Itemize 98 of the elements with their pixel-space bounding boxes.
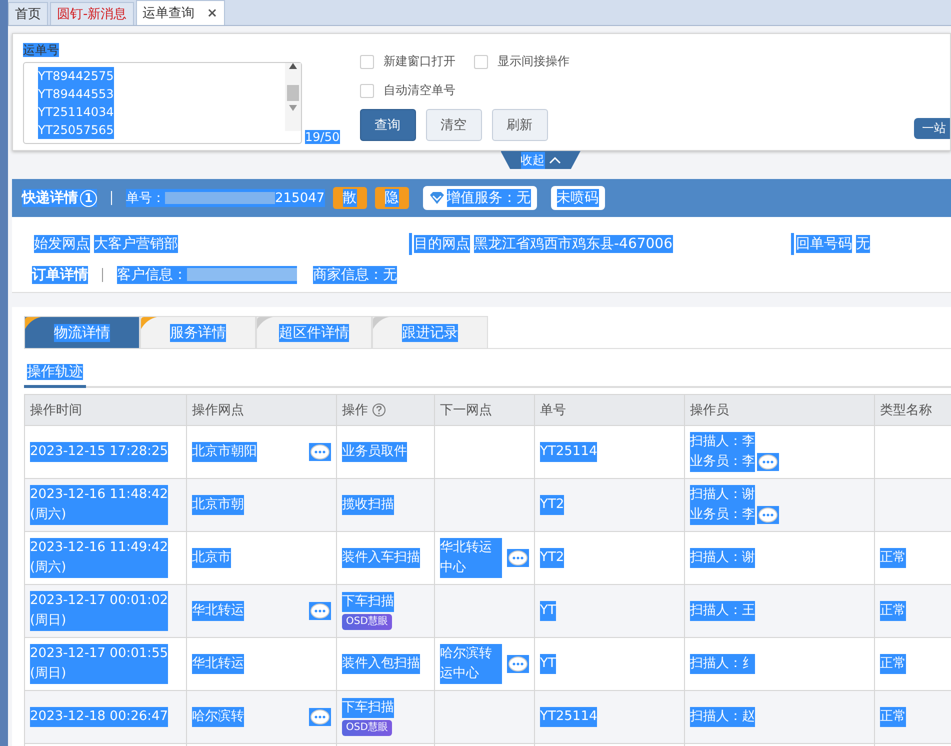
option-checkbox[interactable]: 显示间接操作 bbox=[474, 53, 634, 70]
operator-cell: 业务员：李 bbox=[690, 452, 755, 472]
operation-cell: 下车扫描 bbox=[342, 698, 394, 718]
next-site-cell: 哈尔滨转运中心 bbox=[440, 644, 502, 684]
customer-info: 客户信息： bbox=[117, 266, 297, 284]
detail-tab[interactable]: 服务详情 bbox=[140, 316, 256, 348]
number-cell: YT bbox=[540, 601, 556, 621]
corner-icon bbox=[373, 317, 389, 329]
operator-cell: 扫描人：谢 bbox=[690, 485, 755, 505]
operator-cell: 业务员：李 bbox=[690, 505, 755, 525]
scroll-thumb[interactable] bbox=[287, 85, 299, 101]
chat-icon[interactable] bbox=[757, 506, 779, 524]
column-header: 类型名称 bbox=[874, 394, 951, 426]
osd-badge: OSD慧眼 bbox=[342, 720, 392, 736]
type-cell: 正常 bbox=[880, 601, 906, 621]
chat-icon[interactable] bbox=[309, 602, 331, 620]
merchant-info: 商家信息：无 bbox=[313, 266, 397, 284]
action-button[interactable]: 查询 bbox=[360, 109, 416, 141]
site-cell: 北京市 bbox=[192, 548, 231, 568]
scroll-up-icon[interactable] bbox=[289, 63, 297, 69]
info-value: 大客户营销部 bbox=[94, 235, 178, 253]
number-cell: YT25114 bbox=[540, 442, 598, 462]
info-label: 始发网点 bbox=[34, 235, 90, 253]
corner-icon bbox=[141, 317, 157, 329]
column-header: 单号 bbox=[534, 394, 684, 426]
corner-icon bbox=[257, 317, 273, 329]
waybill-number: 单号： 215047 bbox=[126, 189, 325, 207]
help-icon[interactable] bbox=[372, 403, 386, 417]
time-cell: 2023-12-16 11:48:42 (周六) bbox=[30, 485, 168, 525]
info-value: 无 bbox=[856, 235, 870, 253]
section-title: 订单详情 bbox=[32, 266, 88, 284]
scrollbar[interactable] bbox=[285, 63, 301, 131]
site-cell: 北京市朝阳 bbox=[192, 442, 257, 462]
status-badge: 未喷码 bbox=[550, 186, 605, 210]
collapse-button[interactable]: 收起 bbox=[500, 151, 580, 169]
info-label: 目的网点 bbox=[414, 235, 470, 253]
operation-cell: 业务员取件 bbox=[342, 442, 407, 462]
info-label: 回单号码 bbox=[796, 235, 852, 253]
site-cell: 华北转运 bbox=[192, 601, 244, 621]
action-button[interactable]: 刷新 bbox=[492, 109, 548, 141]
waybill-input[interactable]: YT89442575 YT89444553 YT25114034 YT25057565 bbox=[23, 62, 302, 144]
action-button[interactable]: 清空 bbox=[426, 109, 482, 141]
type-cell: 正常 bbox=[880, 654, 906, 674]
operator-cell: 扫描人：赵 bbox=[690, 707, 755, 727]
chat-icon[interactable] bbox=[507, 655, 529, 673]
service-badge: 增值服务：无 bbox=[422, 186, 537, 210]
time-cell: 2023-12-15 17:28:25 bbox=[30, 442, 168, 462]
number-cell: YT25114 bbox=[540, 707, 598, 727]
diamond-icon bbox=[428, 191, 445, 205]
option-checkbox[interactable]: 新建窗口打开 bbox=[360, 53, 474, 70]
page-tab[interactable]: 运单查询 × bbox=[136, 0, 225, 25]
next-site-cell: 华北转运中心 bbox=[440, 538, 502, 578]
chat-icon[interactable] bbox=[757, 453, 779, 471]
site-cell: 哈尔滨转 bbox=[192, 707, 244, 727]
field-label: 运单号 bbox=[23, 43, 59, 57]
detail-tab[interactable]: 超区件详情 bbox=[256, 316, 372, 348]
option-checkbox[interactable]: 自动清空单号 bbox=[360, 82, 474, 99]
number-cell: YT2 bbox=[540, 548, 564, 568]
time-cell: 2023-12-16 11:49:42 (周六) bbox=[30, 538, 168, 578]
site-cell: 华北转运 bbox=[192, 654, 244, 674]
count-label: 19/50 bbox=[305, 130, 340, 144]
column-header: 操作时间 bbox=[24, 394, 186, 426]
time-cell: 2023-12-17 00:01:02 (周日) bbox=[30, 591, 168, 631]
corner-icon bbox=[25, 317, 41, 329]
chat-icon[interactable] bbox=[507, 549, 529, 567]
detail-tab[interactable]: 跟进记录 bbox=[372, 316, 488, 348]
page-tab[interactable]: 圆钉-新消息 bbox=[50, 2, 134, 25]
type-cell: 正常 bbox=[880, 548, 906, 568]
section-title: 快递详情 1 bbox=[22, 189, 97, 207]
scroll-down-icon[interactable] bbox=[289, 105, 297, 111]
side-button[interactable]: 一站 bbox=[914, 118, 950, 139]
operator-cell: 扫描人：王 bbox=[690, 601, 755, 621]
column-header: 下一网点 bbox=[434, 394, 534, 426]
operator-cell: 扫描人：谢 bbox=[690, 548, 755, 568]
tag-badge: 隐 bbox=[374, 187, 409, 209]
info-value: 黑龙江省鸡西市鸡东县-467006 bbox=[474, 235, 672, 253]
chevron-up-icon bbox=[548, 156, 560, 164]
site-cell: 北京市朝 bbox=[192, 495, 244, 515]
osd-badge: OSD慧眼 bbox=[342, 614, 392, 630]
operation-cell: 下车扫描 bbox=[342, 592, 394, 612]
column-header: 操作 bbox=[336, 394, 434, 426]
operator-cell: 扫描人：李 bbox=[690, 432, 755, 452]
number-cell: YT2 bbox=[540, 495, 564, 515]
chat-icon[interactable] bbox=[309, 443, 331, 461]
column-header: 操作员 bbox=[684, 394, 874, 426]
column-header: 操作网点 bbox=[186, 394, 336, 426]
page-tab[interactable]: 首页 bbox=[8, 2, 48, 25]
operation-cell: 揽收扫描 bbox=[342, 495, 394, 515]
type-cell: 正常 bbox=[880, 707, 906, 727]
operation-cell: 装件入包扫描 bbox=[342, 654, 420, 674]
time-cell: 2023-12-17 00:01:55 (周日) bbox=[30, 644, 168, 684]
operator-cell: 扫描人：纟 bbox=[690, 654, 755, 674]
chat-icon[interactable] bbox=[309, 708, 331, 726]
operation-cell: 装件入车扫描 bbox=[342, 548, 420, 568]
close-icon[interactable]: × bbox=[206, 6, 218, 20]
time-cell: 2023-12-18 00:26:47 bbox=[30, 707, 168, 727]
detail-tab[interactable]: 物流详情 bbox=[24, 316, 140, 348]
number-cell: YT bbox=[540, 654, 556, 674]
